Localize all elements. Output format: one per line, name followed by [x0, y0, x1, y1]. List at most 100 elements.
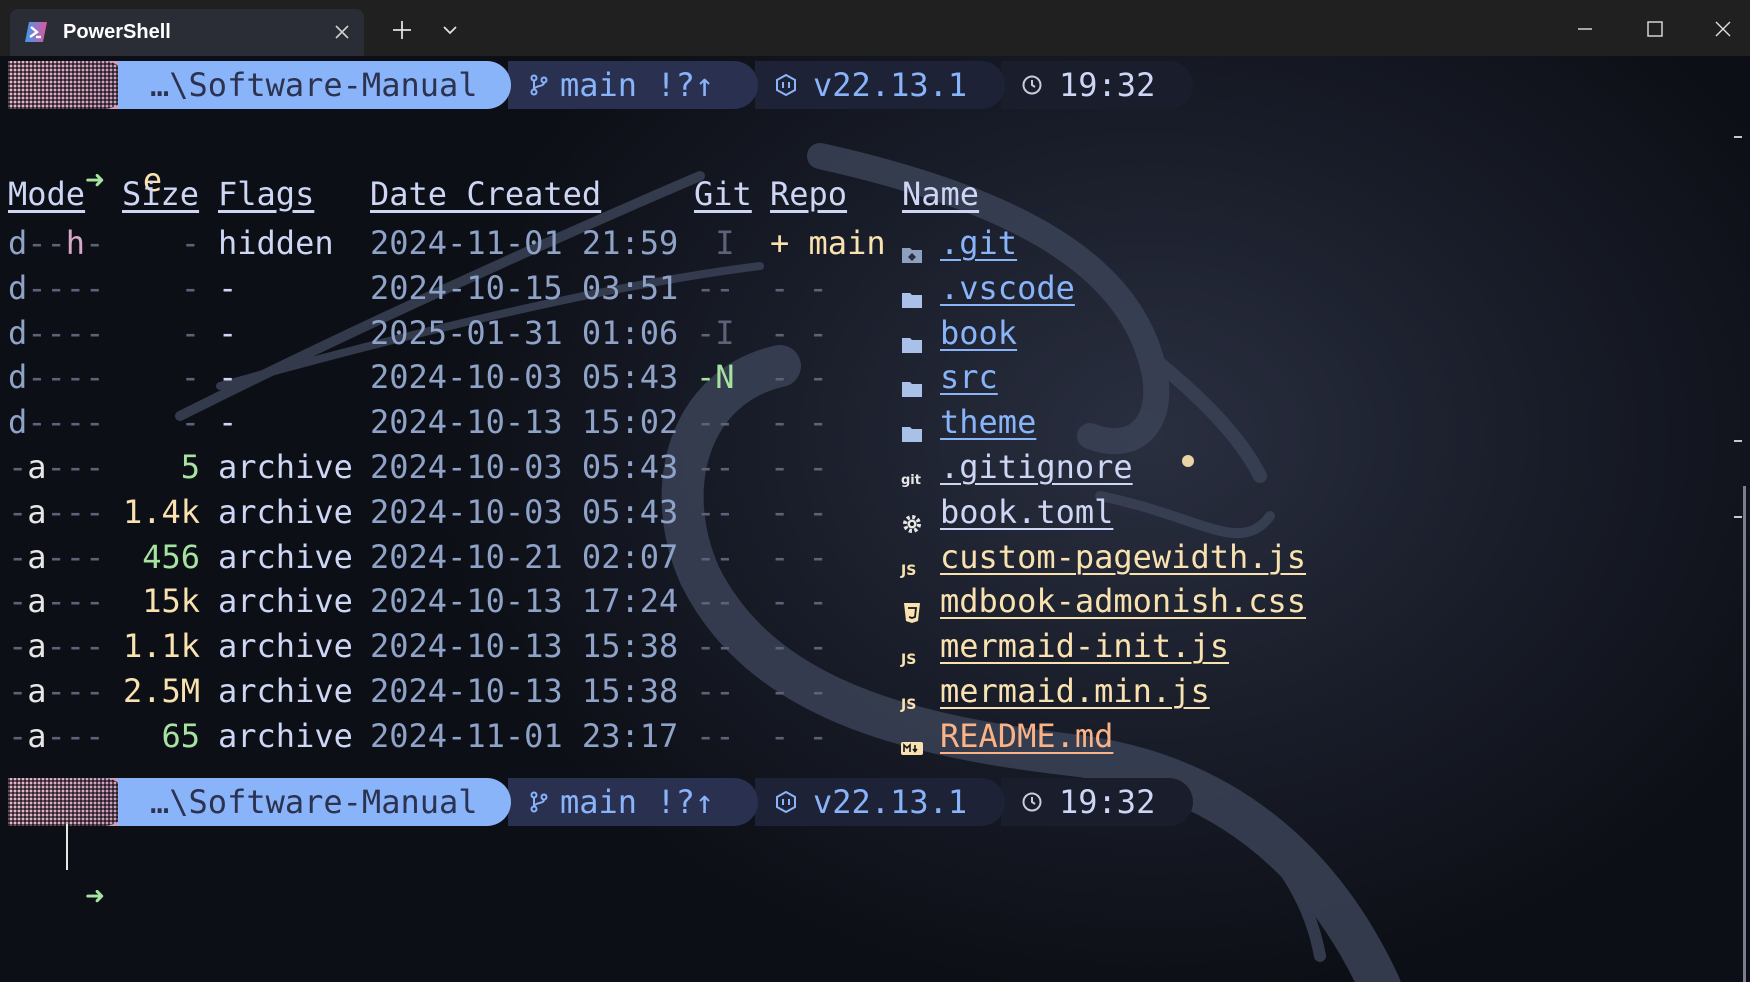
new-tab-icon[interactable] — [388, 16, 416, 44]
size-cell: 1.1k — [122, 627, 200, 666]
table-row[interactable]: -a--- 1.1k archive 2024-10-13 15:38 -- - - JS m… — [0, 621, 1400, 671]
file-name-link[interactable]: mermaid.min.js — [940, 666, 1210, 716]
table-row[interactable]: d---- - - 2024-10-15 03:51 -- - - .vscode — [0, 263, 1400, 313]
repo-cell: + main — [770, 224, 886, 262]
header-mode: Mode — [8, 175, 86, 213]
git-branch-status: main !?↑ — [560, 66, 715, 104]
date-cell: 2024-10-13 17:24 — [370, 582, 679, 621]
tab-powershell[interactable]: PowerShell — [10, 9, 364, 56]
git-status-cell: -- — [696, 448, 735, 486]
time-text: 19:32 — [1059, 66, 1156, 104]
folder-icon — [900, 410, 924, 443]
date-cell: 2024-11-01 21:59 — [370, 224, 679, 262]
flags-cell: - — [218, 313, 238, 352]
css-icon — [900, 589, 924, 624]
file-name-link[interactable]: README.md — [940, 711, 1113, 761]
mode-cell: -a--- — [8, 582, 105, 621]
repo-cell: - - — [770, 716, 828, 755]
flags-cell: archive — [218, 492, 353, 531]
git-status-cell: -- — [696, 716, 735, 755]
table-row[interactable]: -a--- 456 archive 2024-10-21 02:07 -- - - JS cu… — [0, 532, 1400, 582]
file-name-link[interactable]: book — [940, 308, 1017, 358]
clock-icon — [1022, 75, 1042, 95]
flags-cell: archive — [218, 672, 353, 710]
mode-cell: d---- — [8, 358, 105, 397]
table-row[interactable]: -a--- 1.4k archive 2024-10-03 05:43 -- - - boo… — [0, 487, 1400, 537]
flags-cell: - — [218, 358, 238, 397]
js-icon: JS — [900, 634, 924, 668]
size-cell: 5 — [180, 448, 200, 486]
table-row[interactable]: -a--- 2.5M archive 2024-10-13 15:38 -- - - JS m… — [0, 666, 1400, 716]
git-status-cell: -N — [696, 358, 735, 397]
date-cell: 2024-10-03 05:43 — [370, 492, 679, 531]
file-name-link[interactable]: mdbook-admonish.css — [940, 576, 1306, 626]
date-cell: 2024-10-15 03:51 — [370, 268, 679, 307]
date-cell: 2024-10-13 15:02 — [370, 403, 679, 442]
date-cell: 2024-10-21 02:07 — [370, 537, 679, 576]
table-row[interactable]: -a--- 5 archive 2024-10-03 05:43 -- - - git .gi… — [0, 442, 1400, 492]
tab-title: PowerShell — [63, 21, 171, 43]
size-cell: 456 — [142, 537, 200, 576]
git-status-cell: -- — [696, 582, 735, 621]
file-name-link[interactable]: .git — [940, 218, 1017, 268]
repo-cell: - - — [770, 268, 828, 307]
file-name-link[interactable]: mermaid-init.js — [940, 621, 1229, 671]
size-cell: - — [180, 224, 200, 262]
file-name-link[interactable]: src — [940, 352, 998, 402]
date-cell: 2024-10-03 05:43 — [370, 448, 679, 486]
git-folder-icon — [900, 231, 924, 263]
prompt-pattern — [8, 61, 128, 109]
table-row[interactable]: d---- - - 2024-10-03 05:43 -N - - src — [0, 352, 1400, 402]
gear-icon — [900, 500, 924, 533]
maximize-icon[interactable] — [1640, 14, 1670, 44]
table-row[interactable]: d--h- - hidden 2024-11-01 21:59 I + main .git — [0, 218, 1400, 268]
file-name-link[interactable]: .gitignore — [940, 442, 1133, 492]
table-row[interactable]: -a--- 65 archive 2024-11-01 23:17 -- - - READM… — [0, 711, 1400, 761]
prompt-arrow-2: ➜ — [85, 877, 105, 915]
mode-cell: -a--- — [8, 627, 105, 666]
scrollbar[interactable] — [1734, 56, 1750, 982]
git-status-cell: I — [696, 224, 735, 262]
nodejs-icon — [776, 791, 796, 813]
prompt-bar: 19:32 v22.13.1 main !?↑ …\Software-Manua… — [8, 61, 1193, 109]
date-cell: 2024-10-03 05:43 — [370, 358, 679, 397]
input-line[interactable]: ➜ — [8, 836, 104, 956]
scroll-mark — [1734, 440, 1742, 442]
table-row[interactable]: -a--- 15k archive 2024-10-13 17:24 -- - - mdbo… — [0, 576, 1400, 626]
repo-cell: - - — [770, 537, 828, 576]
file-name-link[interactable]: theme — [940, 397, 1036, 447]
folder-icon — [900, 365, 924, 398]
table-row[interactable]: d---- - - 2025-01-31 01:06 -I - - book — [0, 308, 1400, 358]
file-name-link[interactable]: book.toml — [940, 487, 1113, 537]
flags-cell: hidden — [218, 224, 334, 262]
size-cell: 65 — [161, 716, 200, 755]
git-segment-2: main !?↑ — [508, 778, 758, 826]
chevron-down-icon[interactable] — [436, 16, 464, 44]
scroll-thumb[interactable] — [1743, 486, 1746, 982]
size-cell: - — [180, 313, 200, 352]
mode-cell: d--h- — [8, 224, 105, 262]
repo-cell: - - — [770, 403, 828, 442]
close-tab-icon[interactable] — [330, 20, 354, 44]
size-cell: 2.5M — [122, 672, 200, 710]
flags-cell: archive — [218, 627, 353, 666]
folder-icon — [900, 321, 924, 353]
git-status-cell: -- — [696, 268, 735, 307]
size-cell: - — [180, 268, 200, 307]
git-status-cell: -- — [696, 672, 735, 710]
path-segment-2: …\Software-Manual — [118, 778, 511, 826]
date-cell: 2024-10-13 15:38 — [370, 627, 679, 666]
text-cursor — [66, 824, 68, 870]
path-segment: …\Software-Manual — [118, 61, 511, 109]
close-window-icon[interactable] — [1708, 14, 1738, 44]
table-row[interactable]: d---- - - 2024-10-13 15:02 -- - - theme — [0, 397, 1400, 447]
minimize-icon[interactable] — [1570, 14, 1600, 44]
mode-cell: d---- — [8, 313, 105, 352]
git-branch-icon — [530, 791, 548, 813]
terminal-pane[interactable]: 19:32 v22.13.1 main !?↑ …\Software-Manua… — [0, 56, 1750, 982]
git-status-cell: -- — [696, 403, 735, 442]
file-name-link[interactable]: .vscode — [940, 263, 1075, 313]
powershell-icon — [25, 22, 47, 42]
file-name-link[interactable]: custom-pagewidth.js — [940, 532, 1306, 582]
size-cell: 15k — [142, 582, 200, 621]
